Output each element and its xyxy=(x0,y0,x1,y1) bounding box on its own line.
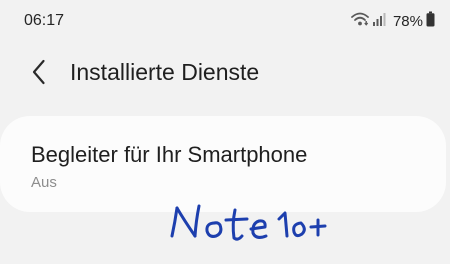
service-status: Aus xyxy=(31,174,57,191)
page-title: Installierte Dienste xyxy=(70,59,260,85)
service-title: Begleiter für Ihr Smartphone xyxy=(31,142,308,167)
handwritten-annotation xyxy=(170,204,327,241)
battery-level: 78% xyxy=(392,12,423,30)
app-header: Installierte Dienste xyxy=(0,52,450,92)
back-button[interactable] xyxy=(26,56,52,88)
battery-icon xyxy=(426,11,435,32)
chevron-left-icon xyxy=(32,59,45,85)
signal-icon xyxy=(372,11,387,32)
status-icons: 78% xyxy=(351,11,435,31)
status-bar: 06:17 78% xyxy=(0,0,450,40)
wifi-icon xyxy=(351,11,369,32)
status-time: 06:17 xyxy=(24,12,65,29)
